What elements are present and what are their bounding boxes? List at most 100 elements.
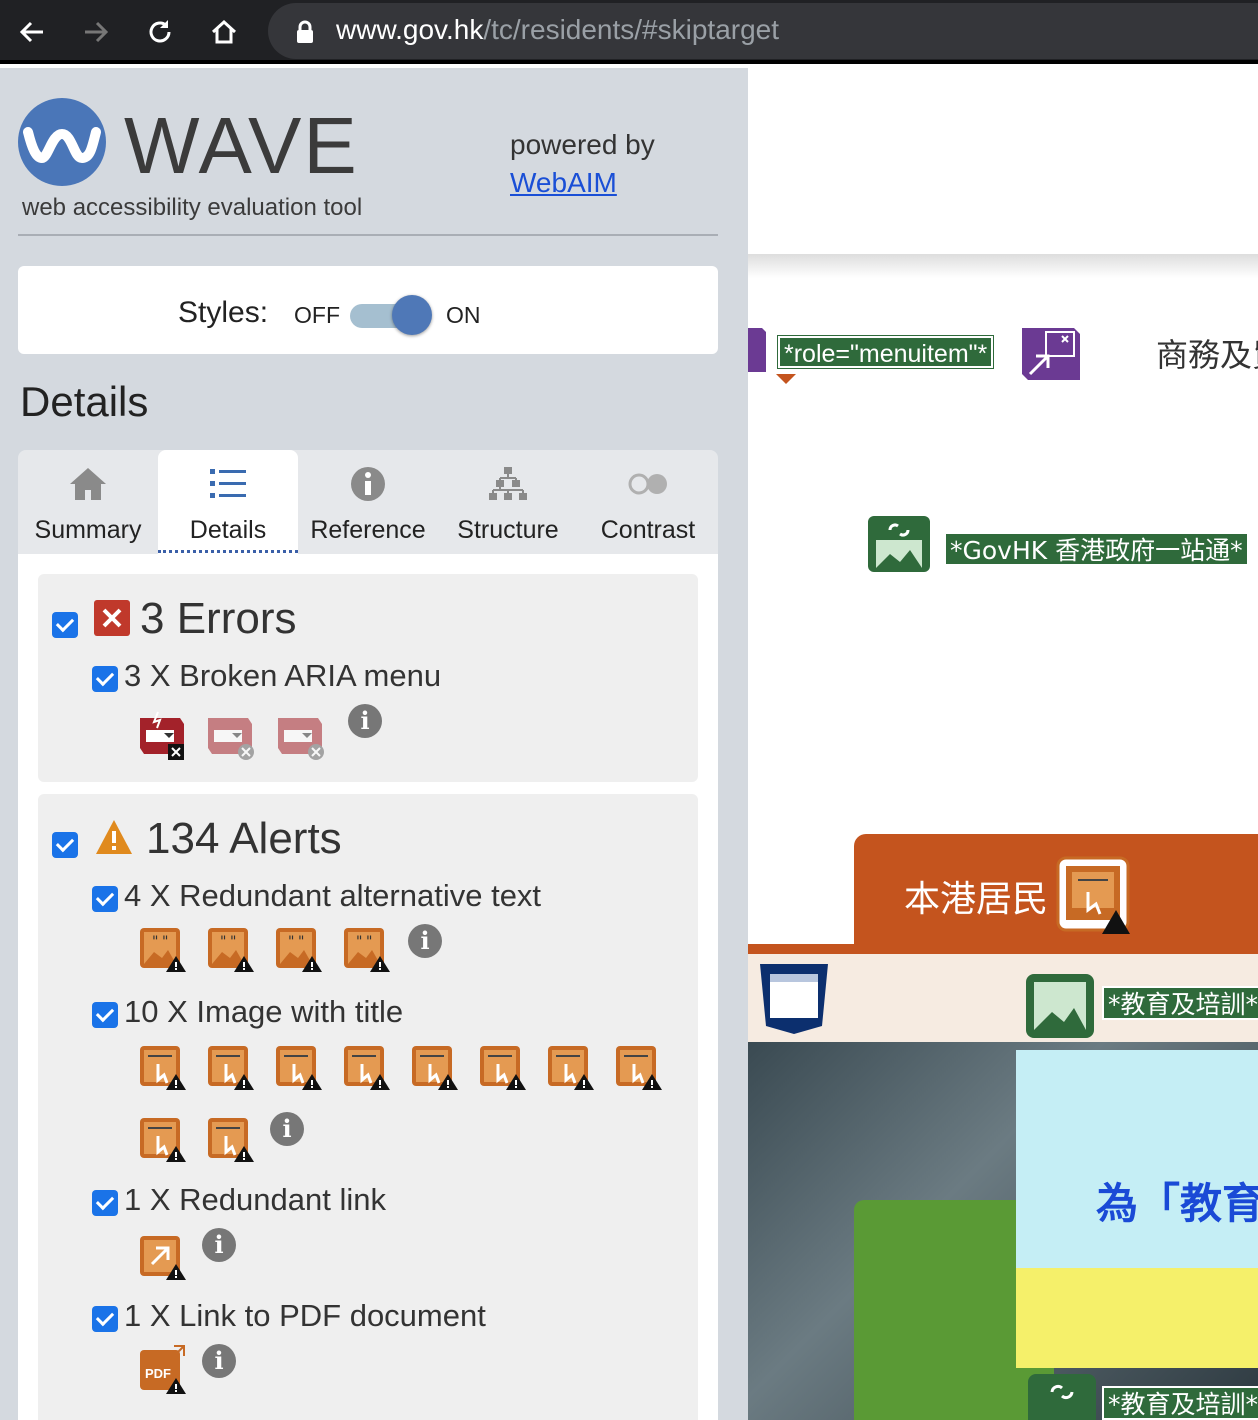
image-with-title-icon[interactable] bbox=[136, 1112, 188, 1164]
forward-button[interactable] bbox=[74, 10, 118, 54]
poster-yellow-note bbox=[1016, 1268, 1258, 1368]
wave-tabs: Summary Details Reference Structure Cont… bbox=[18, 450, 718, 554]
info-icon[interactable]: i bbox=[202, 1228, 236, 1262]
image-with-title-icon bbox=[1056, 856, 1130, 934]
info-icon[interactable]: i bbox=[202, 1344, 236, 1378]
alert-item-label: 4 X Redundant alternative text bbox=[124, 878, 542, 913]
tab-label: Reference bbox=[310, 516, 426, 544]
redundant-alt-text-icon[interactable]: " " bbox=[272, 922, 324, 974]
broken-aria-menu-icon[interactable] bbox=[136, 708, 188, 760]
tab-summary[interactable]: Summary bbox=[18, 450, 158, 554]
url-host: www.gov.hk bbox=[336, 14, 484, 45]
alert-item-label: 1 X Redundant link bbox=[124, 1182, 386, 1217]
image-with-title-icon[interactable] bbox=[136, 1040, 188, 1092]
reload-button[interactable] bbox=[138, 10, 182, 54]
home-button[interactable] bbox=[202, 10, 246, 54]
errors-checkbox[interactable] bbox=[52, 612, 78, 638]
tab-reference[interactable]: Reference bbox=[298, 450, 438, 554]
image-with-title-icon[interactable] bbox=[476, 1040, 528, 1092]
tab-structure[interactable]: Structure bbox=[438, 450, 578, 554]
styles-on-label: ON bbox=[446, 302, 481, 328]
tab-label: Structure bbox=[457, 516, 559, 544]
image-with-title-icon[interactable] bbox=[612, 1040, 664, 1092]
browser-toolbar: www.gov.hk/tc/residents/#skiptarget bbox=[0, 0, 1258, 64]
image-with-title-icon[interactable] bbox=[340, 1040, 392, 1092]
alert-item-checkbox[interactable] bbox=[92, 1002, 118, 1028]
new-window-link-icon[interactable] bbox=[1018, 322, 1084, 384]
education-badge: *教育及培訓* bbox=[1102, 1386, 1258, 1420]
styles-off-label: OFF bbox=[294, 302, 340, 328]
caret-down-icon bbox=[776, 374, 796, 384]
webaim-link[interactable]: WebAIM bbox=[510, 164, 655, 202]
nav-item-business[interactable]: 商務及貿 bbox=[1156, 330, 1258, 376]
info-icon[interactable]: i bbox=[270, 1112, 304, 1146]
image-with-title-icon[interactable] bbox=[544, 1040, 596, 1092]
section-bar bbox=[748, 944, 1258, 954]
alert-item-label: 10 X Image with title bbox=[124, 994, 404, 1029]
svg-text:": " bbox=[356, 934, 362, 950]
education-badge: *教育及培訓* bbox=[1102, 986, 1258, 1020]
tab-contrast[interactable]: Contrast bbox=[578, 450, 718, 554]
image-with-title-icon[interactable] bbox=[272, 1040, 324, 1092]
broken-aria-menu-icon[interactable] bbox=[204, 708, 256, 760]
wave-logo-text: WAVE bbox=[124, 101, 359, 190]
info-icon[interactable]: i bbox=[348, 704, 382, 738]
svg-text:": " bbox=[298, 934, 304, 950]
arrow-right-icon bbox=[85, 21, 109, 43]
redundant-alt-text-icon[interactable]: " " bbox=[204, 922, 256, 974]
error-item-checkbox[interactable] bbox=[92, 666, 118, 692]
tab-label: Contrast bbox=[600, 516, 696, 544]
error-icon bbox=[94, 600, 130, 636]
info-icon[interactable]: i bbox=[408, 924, 442, 958]
wave-sidebar: WAVE web accessibility evaluation tool p… bbox=[0, 68, 748, 1420]
url-text[interactable]: www.gov.hk/tc/residents/#skiptarget bbox=[336, 14, 779, 46]
errors-heading: 3 Errors bbox=[140, 594, 297, 643]
hierarchy-icon bbox=[489, 467, 527, 500]
alert-item-checkbox[interactable] bbox=[92, 886, 118, 912]
lock-icon bbox=[297, 20, 313, 43]
govhk-badge: *GovHK 香港政府一站通* bbox=[944, 532, 1249, 566]
linked-image-icon bbox=[868, 516, 930, 572]
svg-text:": " bbox=[230, 934, 236, 950]
alert-item-checkbox[interactable] bbox=[92, 1306, 118, 1332]
alerts-checkbox[interactable] bbox=[52, 832, 78, 858]
url-path: /tc/residents/#skiptarget bbox=[483, 14, 780, 45]
tab-label: Summary bbox=[34, 516, 142, 544]
broken-aria-menu-icon[interactable] bbox=[274, 708, 326, 760]
alert-item-label: 1 X Link to PDF document bbox=[124, 1298, 486, 1333]
tab-details[interactable]: Details bbox=[158, 450, 298, 554]
linked-image-icon bbox=[1028, 1374, 1096, 1420]
svg-text:": " bbox=[288, 934, 294, 950]
reload-icon bbox=[149, 20, 171, 43]
image-with-title-icon[interactable] bbox=[408, 1040, 460, 1092]
powered-by-label: powered by bbox=[510, 129, 655, 160]
svg-text:": " bbox=[220, 934, 226, 950]
pdf-link-icon[interactable]: PDF bbox=[136, 1344, 188, 1396]
home-icon bbox=[211, 19, 237, 44]
alert-item-checkbox[interactable] bbox=[92, 1190, 118, 1216]
powered-by: powered by WebAIM bbox=[510, 126, 655, 202]
role-menuitem-badge: *role="menuitem"* bbox=[776, 335, 995, 369]
header-divider bbox=[748, 254, 1258, 278]
back-button[interactable] bbox=[10, 10, 54, 54]
image-with-title-icon[interactable] bbox=[204, 1112, 256, 1164]
styles-toggle-card: Styles: OFF ON bbox=[18, 266, 718, 354]
aria-icon bbox=[748, 328, 766, 372]
styles-toggle-knob[interactable] bbox=[392, 295, 432, 335]
tab-label: Details bbox=[158, 516, 298, 553]
details-panel: 3 Errors 3 X Broken ARIA menu i 134 Aler… bbox=[18, 554, 718, 1420]
svg-text:": " bbox=[162, 934, 168, 950]
wave-logo-icon bbox=[18, 98, 106, 186]
redundant-alt-text-icon[interactable]: " " bbox=[340, 922, 392, 974]
alert-icon bbox=[96, 820, 132, 854]
redundant-link-icon[interactable] bbox=[136, 1230, 188, 1282]
web-page: *role="menuitem"* 商務及貿 *GovHK 香港政府一站通* 本… bbox=[748, 68, 1258, 1420]
home-icon bbox=[70, 468, 106, 500]
errors-section: 3 Errors 3 X Broken ARIA menu i bbox=[38, 574, 698, 782]
contrast-icon bbox=[628, 473, 667, 495]
image-with-title-icon[interactable] bbox=[204, 1040, 256, 1092]
redundant-alt-text-icon[interactable]: " " bbox=[136, 922, 188, 974]
error-item-label: 3 X Broken ARIA menu bbox=[124, 658, 442, 693]
residents-tab-label: 本港居民 bbox=[904, 879, 1049, 920]
wave-tagline: web accessibility evaluation tool bbox=[22, 194, 363, 221]
